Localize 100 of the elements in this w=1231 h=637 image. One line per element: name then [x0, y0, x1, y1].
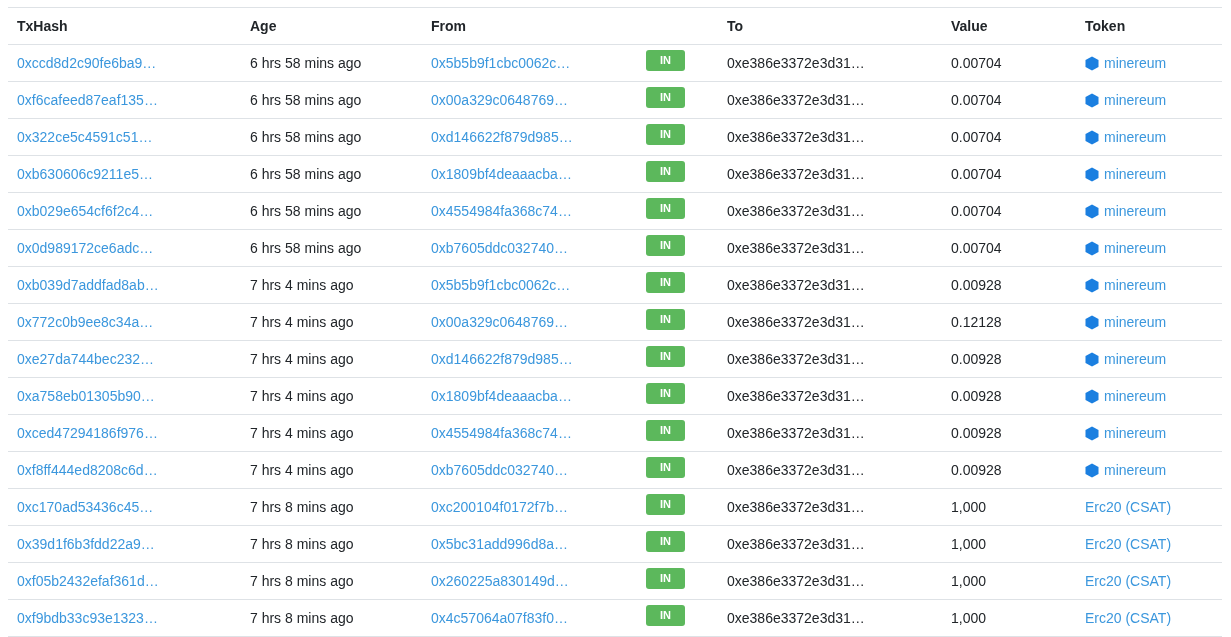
token-link[interactable]: minereum — [1104, 89, 1167, 111]
age-text: 6 hrs 58 mins ago — [250, 91, 362, 108]
token-link[interactable]: minereum — [1104, 385, 1167, 407]
token-link[interactable]: minereum — [1104, 126, 1167, 148]
direction-badge: IN — [646, 123, 685, 145]
txhash-link[interactable]: 0xb630606c9211e5… — [17, 165, 153, 182]
age-text: 6 hrs 58 mins ago — [250, 128, 362, 145]
age-text: 7 hrs 8 mins ago — [250, 609, 354, 626]
to-address-text: 0xe386e3372e3d31… — [727, 387, 865, 404]
to-address-text: 0xe386e3372e3d31… — [727, 498, 865, 515]
value-text: 0.00704 — [951, 91, 1002, 108]
hexagon-icon — [1085, 240, 1099, 256]
from-address-link[interactable]: 0x4554984fa368c74… — [431, 202, 572, 219]
token-link[interactable]: minereum — [1104, 163, 1167, 185]
txhash-link[interactable]: 0xf05b2432efaf361d… — [17, 572, 159, 589]
hexagon-icon — [1085, 203, 1099, 219]
txhash-link[interactable]: 0xb039d7addfad8ab… — [17, 276, 159, 293]
token-link[interactable]: minereum — [1104, 200, 1167, 222]
txhash-link[interactable]: 0xf9bdb33c93e1323… — [17, 609, 158, 626]
from-address-link[interactable]: 0x4c57064a07f83f0… — [431, 609, 568, 626]
txhash-link[interactable]: 0xa758eb01305b90… — [17, 387, 155, 404]
hexagon-icon — [1085, 388, 1099, 404]
value-text: 0.12128 — [951, 313, 1002, 330]
column-header: From — [431, 17, 466, 34]
from-address-link[interactable]: 0x5b5b9f1cbc0062c… — [431, 276, 571, 293]
column-header: TxHash — [17, 17, 68, 34]
from-address-link[interactable]: 0x1809bf4deaaacba… — [431, 165, 572, 182]
from-address-link[interactable]: 0xd146622f879d985… — [431, 128, 573, 145]
txhash-link[interactable]: 0xf6cafeed87eaf135… — [17, 91, 158, 108]
txhash-link[interactable]: 0x772c0b9ee8c34a… — [17, 313, 154, 330]
from-address-link[interactable]: 0x00a329c0648769… — [431, 313, 568, 330]
txhash-link[interactable]: 0xb029e654cf6f2c4… — [17, 202, 154, 219]
value-text: 1,000 — [951, 609, 987, 626]
token-link[interactable]: minereum — [1104, 459, 1167, 481]
token-link[interactable]: Erc20 (CSAT) — [1085, 535, 1172, 552]
column-header: Value — [951, 17, 988, 34]
token-link[interactable]: minereum — [1104, 52, 1167, 74]
age-text: 7 hrs 4 mins ago — [250, 461, 354, 478]
age-text: 7 hrs 8 mins ago — [250, 572, 354, 589]
direction-badge: IN — [646, 493, 685, 515]
value-text: 0.00704 — [951, 54, 1002, 71]
from-address-link[interactable]: 0x00a329c0648769… — [431, 91, 568, 108]
from-address-link[interactable]: 0x1809bf4deaaacba… — [431, 387, 572, 404]
from-address-link[interactable]: 0x260225a830149d… — [431, 572, 569, 589]
value-text: 1,000 — [951, 498, 987, 515]
from-address-link[interactable]: 0x5bc31add996d8a… — [431, 535, 568, 552]
hexagon-icon — [1085, 351, 1099, 367]
age-text: 6 hrs 58 mins ago — [250, 202, 362, 219]
to-address-text: 0xe386e3372e3d31… — [727, 165, 865, 182]
txhash-link[interactable]: 0x39d1f6b3fdd22a9… — [17, 535, 155, 552]
age-text: 7 hrs 4 mins ago — [250, 350, 354, 367]
age-text: 7 hrs 4 mins ago — [250, 387, 354, 404]
hexagon-icon — [1085, 425, 1099, 441]
txhash-link[interactable]: 0xccd8d2c90fe6ba9… — [17, 54, 157, 71]
value-text: 0.00928 — [951, 350, 1002, 367]
to-address-text: 0xe386e3372e3d31… — [727, 91, 865, 108]
token-link[interactable]: minereum — [1104, 237, 1167, 259]
age-text: 7 hrs 4 mins ago — [250, 313, 354, 330]
value-text: 0.00704 — [951, 165, 1002, 182]
hexagon-icon — [1085, 55, 1099, 71]
direction-badge: IN — [646, 567, 685, 589]
age-text: 7 hrs 8 mins ago — [250, 535, 354, 552]
token-link[interactable]: minereum — [1104, 422, 1167, 444]
to-address-text: 0xe386e3372e3d31… — [727, 535, 865, 552]
to-address-text: 0xe386e3372e3d31… — [727, 609, 865, 626]
txhash-link[interactable]: 0x0d989172ce6adc… — [17, 239, 154, 256]
to-address-text: 0xe386e3372e3d31… — [727, 350, 865, 367]
token-link[interactable]: minereum — [1104, 274, 1167, 296]
to-address-text: 0xe386e3372e3d31… — [727, 54, 865, 71]
token-link[interactable]: minereum — [1104, 311, 1167, 333]
direction-badge: IN — [646, 419, 685, 441]
txhash-link[interactable]: 0xf8ff444ed8208c6d… — [17, 461, 158, 478]
txhash-link[interactable]: 0x322ce5c4591c51… — [17, 128, 153, 145]
value-text: 0.00928 — [951, 387, 1002, 404]
txhash-link[interactable]: 0xc170ad53436c45… — [17, 498, 154, 515]
hexagon-icon — [1085, 166, 1099, 182]
from-address-link[interactable]: 0xb7605ddc032740… — [431, 239, 568, 256]
column-header: Age — [250, 17, 277, 34]
token-link[interactable]: Erc20 (CSAT) — [1085, 572, 1172, 589]
from-address-link[interactable]: 0x5b5b9f1cbc0062c… — [431, 54, 571, 71]
value-text: 0.00928 — [951, 424, 1002, 441]
from-address-link[interactable]: 0xb7605ddc032740… — [431, 461, 568, 478]
to-address-text: 0xe386e3372e3d31… — [727, 424, 865, 441]
token-link[interactable]: Erc20 (CSAT) — [1085, 609, 1172, 626]
direction-badge: IN — [646, 604, 685, 626]
txhash-link[interactable]: 0xe27da744bec232… — [17, 350, 154, 367]
age-text: 6 hrs 58 mins ago — [250, 239, 362, 256]
direction-badge: IN — [646, 530, 685, 552]
age-text: 7 hrs 4 mins ago — [250, 276, 354, 293]
token-link[interactable]: Erc20 (CSAT) — [1085, 498, 1172, 515]
to-address-text: 0xe386e3372e3d31… — [727, 572, 865, 589]
hexagon-icon — [1085, 129, 1099, 145]
to-address-text: 0xe386e3372e3d31… — [727, 276, 865, 293]
from-address-link[interactable]: 0x4554984fa368c74… — [431, 424, 572, 441]
direction-badge: IN — [646, 271, 685, 293]
txhash-link[interactable]: 0xced47294186f976… — [17, 424, 158, 441]
from-address-link[interactable]: 0xd146622f879d985… — [431, 350, 573, 367]
token-link[interactable]: minereum — [1104, 348, 1167, 370]
from-address-link[interactable]: 0xc200104f0172f7b… — [431, 498, 568, 515]
direction-badge: IN — [646, 197, 685, 219]
